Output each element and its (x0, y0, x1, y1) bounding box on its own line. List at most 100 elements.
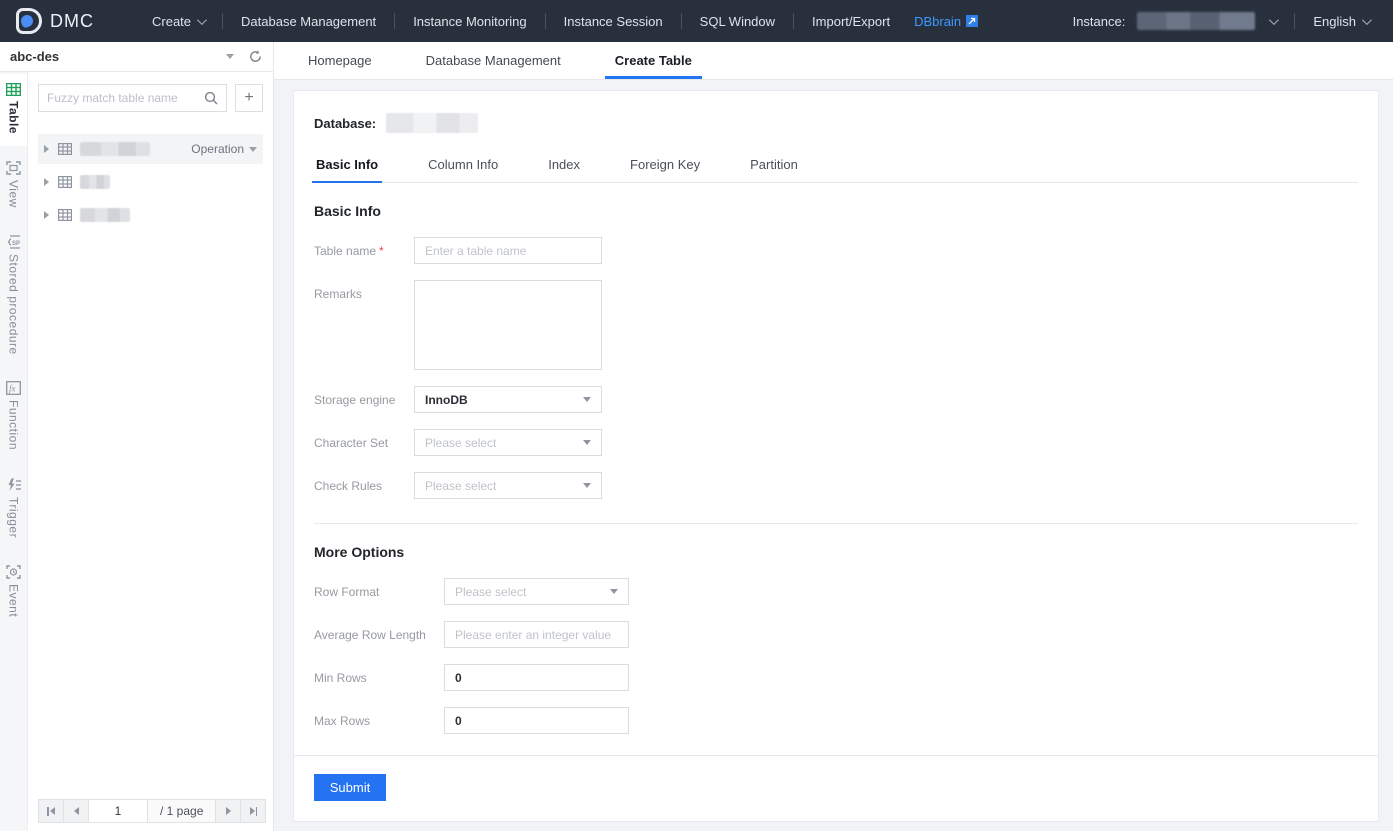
tab-database-management[interactable]: Database Management (420, 42, 567, 79)
create-table-card: Database: Basic Info Column Info Index F… (293, 90, 1379, 822)
check-rules-select[interactable]: Please select (414, 472, 602, 499)
database-selector-row: abc-des (0, 42, 273, 72)
redacted-instance-name (1137, 12, 1255, 30)
table-tree: Operation (38, 134, 263, 233)
table-tree-row[interactable]: Operation (38, 134, 263, 164)
table-search-box (38, 84, 227, 112)
redacted-table-name (80, 208, 130, 222)
remarks-label: Remarks (314, 280, 414, 370)
view-icon (6, 161, 21, 175)
event-icon (6, 565, 21, 579)
tab-column-info[interactable]: Column Info (426, 151, 500, 182)
chevron-down-icon (583, 440, 591, 445)
tab-basic-info[interactable]: Basic Info (314, 151, 380, 182)
redacted-table-name (80, 142, 150, 156)
required-asterisk: * (379, 244, 384, 258)
dmc-logo[interactable]: DMC (0, 8, 134, 34)
chevron-down-icon (583, 483, 591, 488)
table-icon (58, 209, 72, 221)
search-icon[interactable] (204, 91, 218, 105)
previous-page-button[interactable] (63, 799, 89, 823)
tab-index[interactable]: Index (546, 151, 582, 182)
max-rows-label: Max Rows (314, 707, 444, 734)
nav-create[interactable]: Create (134, 0, 222, 42)
object-tab-trigger[interactable]: Trigger (0, 469, 27, 550)
table-search-input[interactable] (47, 91, 204, 105)
min-rows-input[interactable] (444, 664, 629, 691)
basic-info-heading: Basic Info (314, 203, 1358, 219)
chevron-down-icon (1269, 15, 1279, 25)
svg-text:SP: SP (12, 241, 20, 247)
nav-dbbrain-link[interactable]: DBbrain (908, 14, 988, 29)
nav-import-export[interactable]: Import/Export (794, 0, 908, 42)
form-tab-bar: Basic Info Column Info Index Foreign Key… (314, 151, 1358, 183)
last-page-button[interactable] (240, 799, 266, 823)
section-divider (314, 523, 1358, 524)
remarks-textarea[interactable] (414, 280, 602, 370)
tab-homepage[interactable]: Homepage (302, 42, 378, 79)
page-number-input[interactable] (88, 799, 148, 823)
object-tab-stored-procedure[interactable]: SP Stored procedure (0, 226, 27, 367)
create-table-button[interactable]: + (235, 84, 263, 112)
table-icon (6, 83, 21, 96)
refresh-icon[interactable] (248, 49, 263, 64)
object-tab-view[interactable]: View (0, 152, 27, 220)
expand-arrow-icon[interactable] (44, 145, 49, 153)
trigger-icon (6, 478, 21, 492)
max-rows-input[interactable] (444, 707, 629, 734)
expand-arrow-icon[interactable] (44, 211, 49, 219)
chevron-down-icon (1362, 15, 1372, 25)
tab-foreign-key[interactable]: Foreign Key (628, 151, 702, 182)
average-row-length-input[interactable] (444, 621, 629, 648)
brand-name: DMC (50, 11, 94, 32)
average-row-length-label: Average Row Length (314, 621, 444, 648)
chevron-down-icon (583, 397, 591, 402)
pagination: / 1 page (38, 799, 265, 823)
workspace-tab-bar: Homepage Database Management Create Tabl… (274, 42, 1393, 80)
function-icon: fx (6, 381, 21, 395)
object-type-strip: Table View SP Stored procedure fx Functi… (0, 72, 28, 831)
table-name-input[interactable] (414, 237, 602, 264)
object-tab-event[interactable]: Event (0, 556, 27, 629)
storage-engine-label: Storage engine (314, 386, 414, 413)
card-footer: Submit (294, 755, 1378, 821)
tab-partition[interactable]: Partition (748, 151, 800, 182)
character-set-select[interactable]: Please select (414, 429, 602, 456)
object-tab-function[interactable]: fx Function (0, 372, 27, 462)
row-format-select[interactable]: Please select (444, 578, 629, 605)
table-icon (58, 143, 72, 155)
next-page-button[interactable] (215, 799, 241, 823)
table-tree-row[interactable] (38, 167, 263, 197)
table-icon (58, 176, 72, 188)
object-tab-table[interactable]: Table (0, 74, 27, 146)
chevron-down-icon (249, 147, 257, 152)
nav-instance-session[interactable]: Instance Session (546, 0, 681, 42)
svg-text:fx: fx (9, 384, 16, 394)
database-label: Database: (314, 116, 376, 131)
external-link-icon (966, 15, 978, 27)
storage-engine-select[interactable]: InnoDB (414, 386, 602, 413)
operation-dropdown[interactable]: Operation (191, 142, 257, 156)
nav-database-management[interactable]: Database Management (223, 0, 394, 42)
redacted-database-name (386, 113, 478, 133)
instance-selector[interactable]: Instance: (1055, 0, 1295, 42)
first-page-button[interactable] (38, 799, 64, 823)
stored-procedure-icon: SP (6, 235, 22, 249)
nav-sql-window[interactable]: SQL Window (682, 0, 793, 42)
expand-arrow-icon[interactable] (44, 178, 49, 186)
dmc-logo-icon (16, 8, 42, 34)
check-rules-label: Check Rules (314, 472, 414, 499)
min-rows-label: Min Rows (314, 664, 444, 691)
language-selector[interactable]: English (1295, 0, 1393, 42)
tab-create-table[interactable]: Create Table (609, 42, 698, 79)
nav-instance-monitoring[interactable]: Instance Monitoring (395, 0, 544, 42)
chevron-down-icon (610, 589, 618, 594)
table-tree-row[interactable] (38, 200, 263, 230)
database-dropdown-caret-icon[interactable] (226, 54, 234, 59)
redacted-table-name (80, 175, 110, 189)
current-database[interactable]: abc-des (10, 49, 226, 64)
page-total: / 1 page (147, 799, 216, 823)
table-name-label: Table name* (314, 237, 414, 264)
sidebar: abc-des Table View SP Stored procedure (0, 42, 274, 831)
submit-button[interactable]: Submit (314, 774, 386, 801)
